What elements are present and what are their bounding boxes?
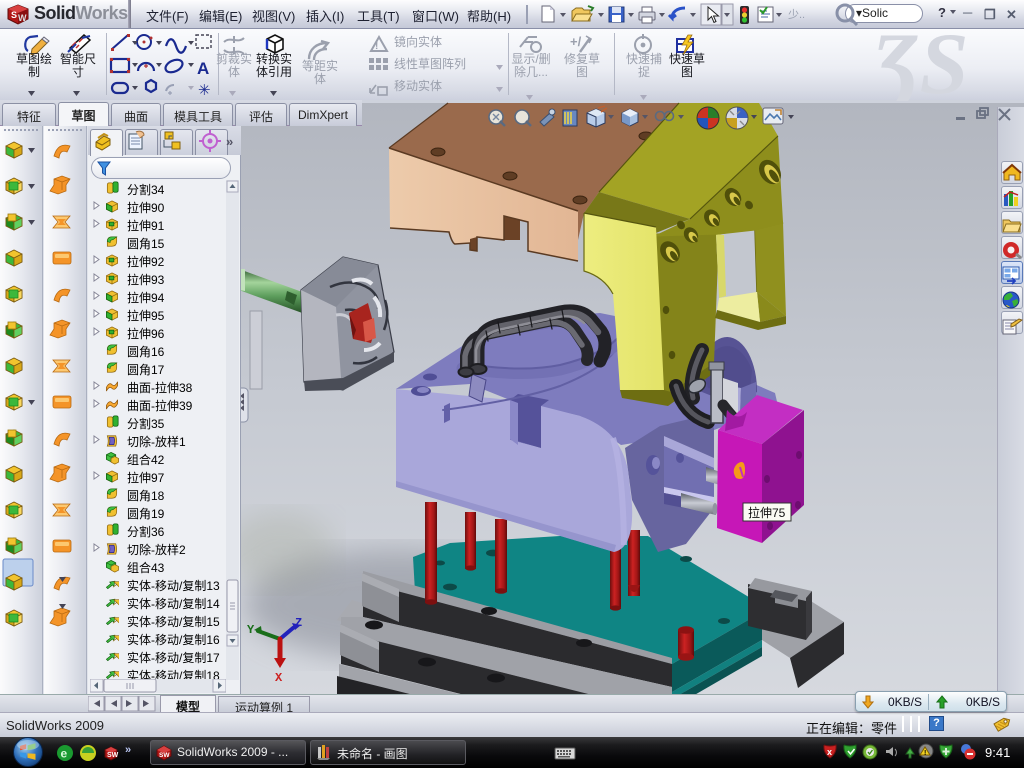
- svg-text:»: »: [125, 744, 131, 756]
- svg-text:SW: SW: [107, 752, 119, 759]
- svg-text:W: W: [18, 13, 27, 23]
- svg-text:拉伸75: 拉伸75: [748, 505, 786, 520]
- svg-text:e: e: [61, 747, 68, 761]
- svg-text:X: X: [275, 671, 283, 685]
- svg-text:S: S: [11, 10, 17, 20]
- svg-text:✳: ✳: [198, 82, 211, 97]
- svg-text:Y: Y: [247, 623, 255, 637]
- svg-text:Z: Z: [295, 616, 302, 630]
- svg-text:!: !: [375, 41, 378, 52]
- svg-text:少..: 少..: [788, 8, 805, 21]
- svg-text:!: !: [924, 750, 926, 757]
- svg-text:»: »: [226, 134, 233, 149]
- svg-text:+/: +/: [570, 34, 582, 49]
- svg-text:SW: SW: [159, 752, 170, 759]
- svg-text:x: x: [827, 747, 832, 757]
